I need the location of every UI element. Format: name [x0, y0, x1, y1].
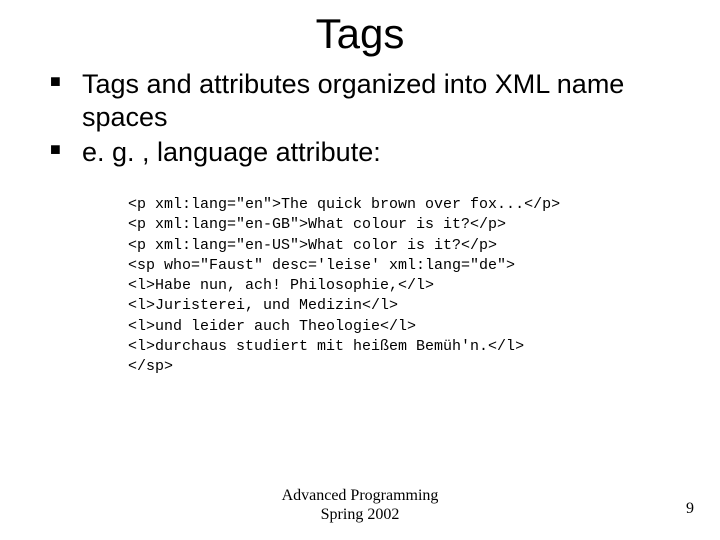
- footer-line-1: Advanced Programming: [0, 487, 720, 505]
- footer-line-2: Spring 2002: [0, 506, 720, 524]
- bullet-item: Tags and attributes organized into XML n…: [50, 68, 680, 134]
- code-line: <sp who="Faust" desc='leise' xml:lang="d…: [128, 257, 515, 274]
- footer: Advanced Programming Spring 2002: [0, 487, 720, 524]
- slide: Tags Tags and attributes organized into …: [0, 0, 720, 540]
- code-line: <p xml:lang="en">The quick brown over fo…: [128, 196, 560, 213]
- code-line: <l>Habe nun, ach! Philosophie,</l>: [128, 277, 434, 294]
- code-line: </sp>: [128, 358, 173, 375]
- page-number: 9: [686, 500, 694, 518]
- slide-title: Tags: [0, 0, 720, 68]
- code-block: <p xml:lang="en">The quick brown over fo…: [128, 175, 680, 378]
- code-line: <p xml:lang="en-US">What color is it?</p…: [128, 237, 497, 254]
- slide-body: Tags and attributes organized into XML n…: [0, 68, 720, 377]
- bullet-list: Tags and attributes organized into XML n…: [50, 68, 680, 169]
- code-line: <l>durchaus studiert mit heißem Bemüh'n.…: [128, 338, 524, 355]
- code-line: <l>Juristerei, und Medizin</l>: [128, 297, 398, 314]
- code-line: <p xml:lang="en-GB">What colour is it?</…: [128, 216, 506, 233]
- bullet-item: e. g. , language attribute:: [50, 136, 680, 169]
- code-line: <l>und leider auch Theologie</l>: [128, 318, 416, 335]
